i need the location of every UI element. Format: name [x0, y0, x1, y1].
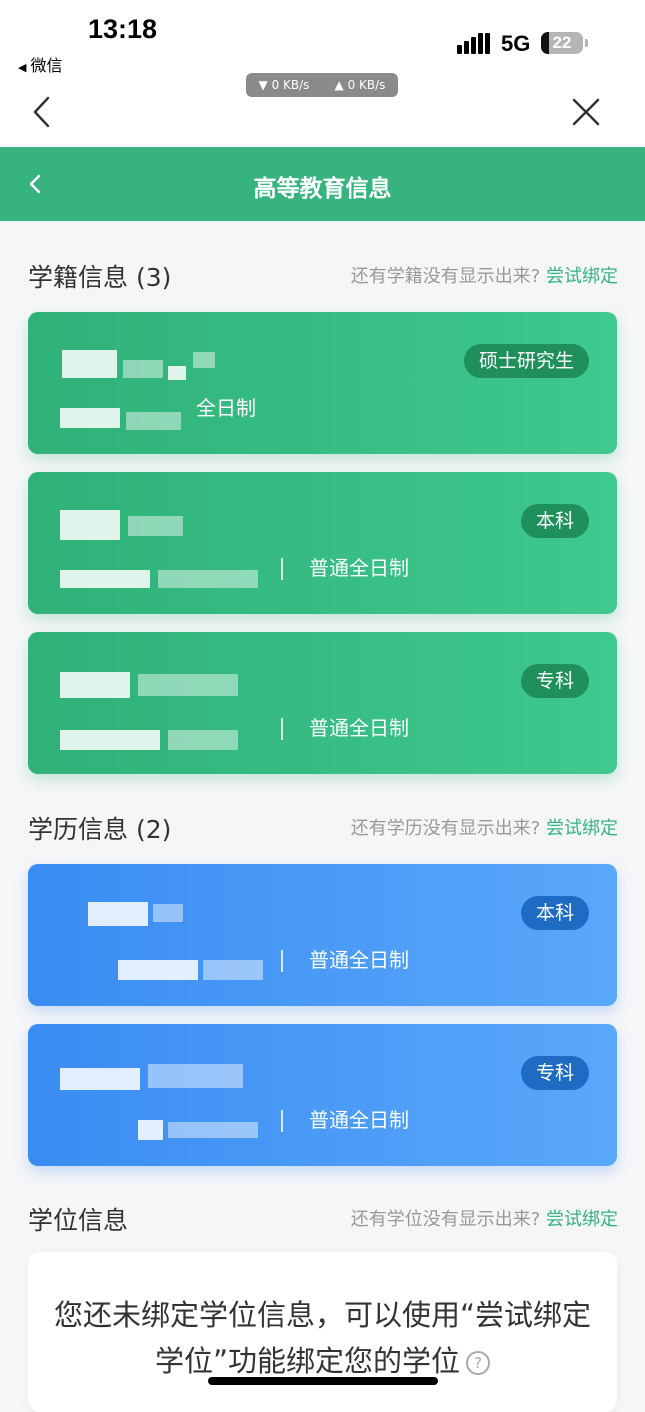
education-section-title: 学历信息 (2)	[28, 815, 172, 844]
redacted-text	[60, 570, 150, 588]
redacted-text	[128, 516, 183, 536]
redacted-text	[168, 730, 238, 750]
level-badge: 专科	[520, 1056, 589, 1090]
education-card[interactable]: 普通全日制 专科	[28, 1024, 617, 1166]
level-badge: 本科	[520, 896, 589, 930]
level-badge: 本科	[520, 504, 589, 538]
degree-empty-message: 您还未绑定学位信息，可以使用“尝试绑定学位”功能绑定您的学位?	[48, 1292, 597, 1384]
degree-bind-link[interactable]: 尝试绑定	[546, 1209, 618, 1230]
separator	[281, 950, 283, 972]
download-speed: ▼ 0 KB/s	[258, 78, 310, 92]
level-badge: 硕士研究生	[463, 344, 589, 378]
redacted-text	[138, 1120, 163, 1140]
status-time: 13:18	[88, 14, 158, 44]
separator	[281, 1110, 283, 1132]
study-mode: 普通全日制	[309, 716, 409, 740]
battery-level: 22	[552, 33, 572, 52]
redacted-text	[118, 960, 198, 980]
enrollment-section-title: 学籍信息 (3)	[28, 263, 172, 292]
back-app-label: 微信	[30, 56, 63, 75]
redacted-text	[60, 510, 120, 540]
degree-section-header: 学位信息 还有学位没有显示出来? 尝试绑定	[28, 1201, 618, 1237]
separator	[281, 718, 283, 740]
redacted-text	[60, 730, 160, 750]
redacted-text	[203, 960, 263, 980]
enrollment-card[interactable]: 普通全日制 本科	[28, 472, 617, 614]
redacted-text	[158, 570, 258, 588]
study-mode: 普通全日制	[309, 1108, 409, 1132]
back-arrow-icon[interactable]	[26, 94, 62, 130]
redacted-text	[62, 350, 117, 378]
redacted-text	[126, 412, 181, 430]
degree-hint-text: 还有学位没有显示出来?	[350, 1209, 541, 1230]
redacted-text	[123, 360, 163, 378]
degree-empty-card: 您还未绑定学位信息，可以使用“尝试绑定学位”功能绑定您的学位?	[28, 1252, 617, 1412]
redacted-text	[60, 1068, 140, 1090]
degree-hint: 还有学位没有显示出来? 尝试绑定	[351, 1205, 618, 1231]
redacted-text	[193, 352, 215, 368]
redacted-text	[153, 904, 183, 922]
study-mode: 全日制	[196, 396, 256, 420]
education-hint-text: 还有学历没有显示出来?	[350, 818, 541, 839]
status-bar: 13:18 ◀ 微信 5G 22	[0, 0, 645, 80]
back-triangle-icon: ◀	[18, 61, 27, 74]
network-type: 5G	[501, 31, 531, 56]
degree-empty-text: 您还未绑定学位信息，可以使用“尝试绑定学位”功能绑定您的学位	[53, 1298, 592, 1378]
redacted-text	[60, 408, 120, 428]
education-hint: 还有学历没有显示出来? 尝试绑定	[351, 814, 618, 840]
level-badge: 专科	[520, 664, 589, 698]
battery-icon: 22	[541, 32, 588, 54]
redacted-text	[60, 672, 130, 698]
redacted-text	[168, 1122, 258, 1138]
redacted-text	[138, 674, 238, 696]
page-title: 高等教育信息	[253, 176, 392, 202]
enrollment-bind-link[interactable]: 尝试绑定	[546, 266, 618, 287]
page-header: 高等教育信息	[0, 147, 645, 221]
degree-section-title: 学位信息	[28, 1206, 129, 1235]
enrollment-card[interactable]: 普通全日制 专科	[28, 632, 617, 774]
study-mode: 普通全日制	[309, 948, 409, 972]
education-card[interactable]: 普通全日制 本科	[28, 864, 617, 1006]
enrollment-hint: 还有学籍没有显示出来? 尝试绑定	[351, 262, 618, 288]
redacted-text	[148, 1064, 243, 1088]
education-bind-link[interactable]: 尝试绑定	[546, 818, 618, 839]
separator	[281, 558, 283, 580]
home-indicator[interactable]	[208, 1377, 438, 1385]
back-to-app-link[interactable]: ◀ 微信	[18, 52, 62, 76]
enrollment-section-header: 学籍信息 (3) 还有学籍没有显示出来? 尝试绑定	[28, 258, 618, 294]
education-section-header: 学历信息 (2) 还有学历没有显示出来? 尝试绑定	[28, 810, 618, 846]
redacted-text	[88, 902, 148, 926]
help-icon[interactable]: ?	[466, 1351, 491, 1375]
enrollment-card[interactable]: 全日制 硕士研究生	[28, 312, 617, 454]
enrollment-hint-text: 还有学籍没有显示出来?	[350, 266, 541, 287]
upload-speed: ▲ 0 KB/s	[334, 78, 386, 92]
redacted-text	[168, 366, 186, 380]
signal-icon	[457, 32, 491, 54]
study-mode: 普通全日制	[309, 556, 409, 580]
network-speed-overlay: ▼ 0 KB/s ▲ 0 KB/s	[246, 73, 398, 97]
close-icon[interactable]	[568, 94, 604, 130]
